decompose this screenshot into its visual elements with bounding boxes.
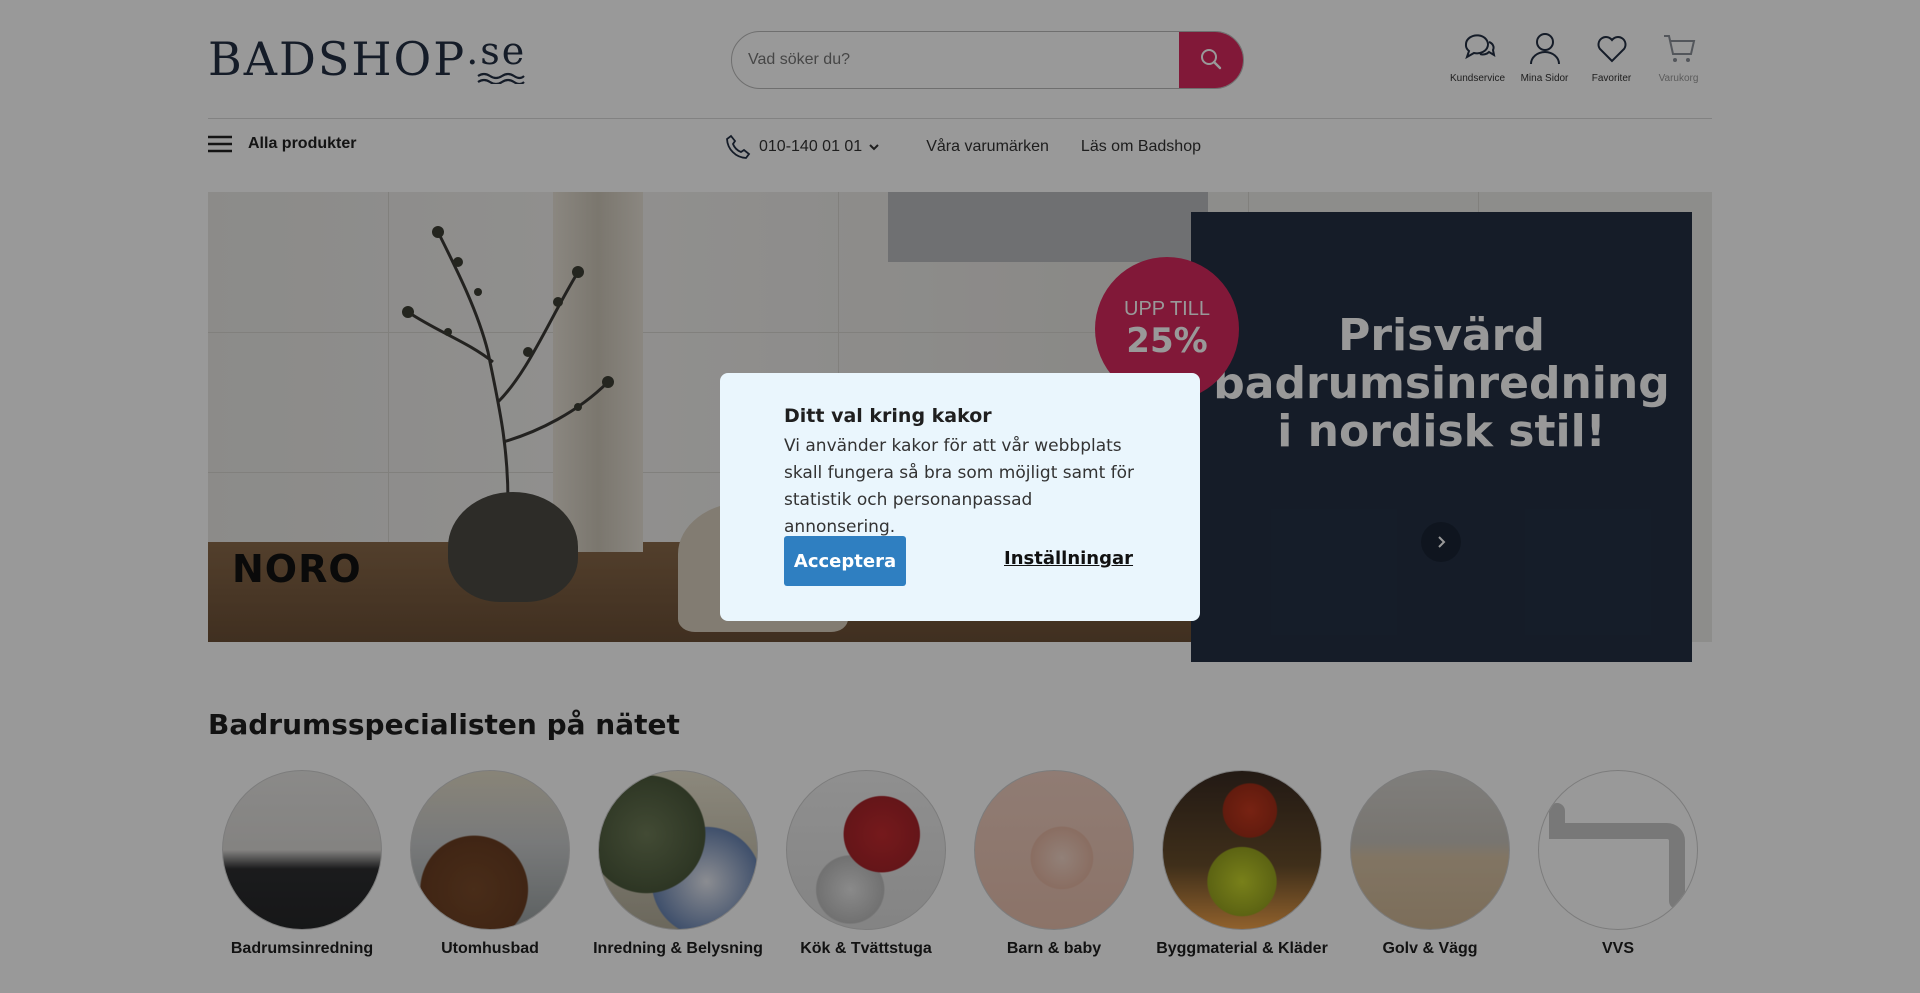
- cookie-actions: Acceptera Inställningar: [784, 536, 1133, 586]
- cookie-consent-dialog: Ditt val kring kakor Vi använder kakor f…: [720, 373, 1200, 621]
- cookie-title: Ditt val kring kakor: [784, 405, 992, 427]
- accept-cookies-button[interactable]: Acceptera: [784, 536, 906, 586]
- cookie-settings-button[interactable]: Inställningar: [1004, 548, 1133, 569]
- cookie-text: Vi använder kakor för att vår webbplats …: [784, 436, 1135, 537]
